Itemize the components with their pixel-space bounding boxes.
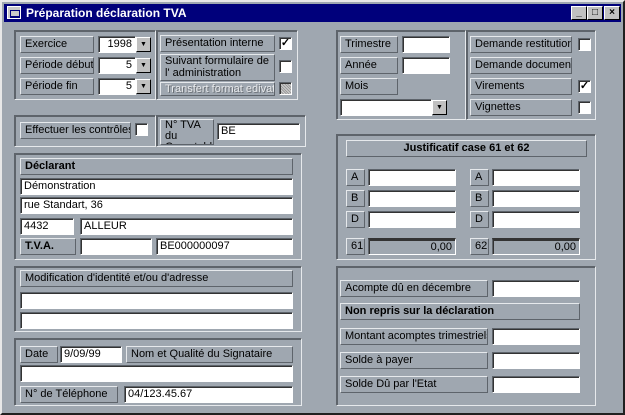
justif-left-b-label: B xyxy=(346,190,365,207)
declarant-nom-field[interactable]: Démonstration xyxy=(20,178,293,195)
date-field[interactable]: 9/09/99 xyxy=(60,346,122,363)
vignettes-label: Vignettes xyxy=(470,99,572,116)
tva-prefix-field[interactable] xyxy=(80,238,152,255)
justif-left-d-field[interactable] xyxy=(368,211,456,228)
acompte-decembre-field[interactable] xyxy=(492,280,580,297)
trimestre-label: Trimestre xyxy=(340,36,398,53)
justif-right-b-label: B xyxy=(470,190,489,207)
exercice-field[interactable]: 1998 xyxy=(98,36,136,53)
justif-left-a-field[interactable] xyxy=(368,169,456,186)
solde-a-payer-field[interactable] xyxy=(492,352,580,369)
transfert-edivat-label: Transfert format edivat xyxy=(160,82,275,96)
periode-debut-field[interactable]: 5 xyxy=(98,57,136,74)
trimestre-field[interactable] xyxy=(402,36,450,53)
window-title: Préparation déclaration TVA xyxy=(26,6,187,20)
acomptes-trimestriels-label: Montant acomptes trimestriels xyxy=(340,328,488,345)
suivant-formulaire-checkbox[interactable] xyxy=(279,60,292,73)
tva-comptable-field[interactable]: BE xyxy=(217,123,300,140)
acomptes-trimestriels-field[interactable] xyxy=(492,328,580,345)
tva-comptable-label: N° TVA du Comptable xyxy=(160,119,214,145)
case-61-label: 61 xyxy=(346,238,365,255)
minimize-button[interactable]: _ xyxy=(571,6,587,20)
effectuer-controles-checkbox[interactable] xyxy=(135,123,148,136)
modification-line2-field[interactable] xyxy=(20,312,293,329)
tva-number-field[interactable]: BE000000097 xyxy=(156,238,293,255)
modification-label: Modification d'identité et/ou d'adresse xyxy=(20,270,293,287)
annee-field[interactable] xyxy=(402,57,450,74)
justif-right-d-label: D xyxy=(470,211,489,228)
declarant-localite-field[interactable]: ALLEUR xyxy=(80,218,293,235)
periode-debut-label: Période début xyxy=(20,57,94,74)
demande-restitution-checkbox[interactable] xyxy=(578,38,591,51)
signataire-label: Nom et Qualité du Signataire xyxy=(126,346,293,363)
justif-right-a-label: A xyxy=(470,169,489,186)
justif-right-a-field[interactable] xyxy=(492,169,580,186)
exercice-label: Exercice xyxy=(20,36,94,53)
vignettes-checkbox[interactable] xyxy=(578,101,591,114)
declarant-rue-field[interactable]: rue Standart, 36 xyxy=(20,197,293,214)
signataire-field[interactable] xyxy=(20,365,293,382)
case-61-total: 0,00 xyxy=(368,238,456,255)
close-button[interactable]: × xyxy=(604,6,620,20)
justificatif-heading: Justificatif case 61 et 62 xyxy=(346,140,587,157)
periode-fin-field[interactable]: 5 xyxy=(98,78,136,95)
suivant-formulaire-label: Suivant formulaire de l' administration xyxy=(160,54,275,81)
telephone-label: N° de Téléphone xyxy=(20,386,118,403)
justif-left-d-label: D xyxy=(346,211,365,228)
periode-debut-dropdown-arrow[interactable]: ▼ xyxy=(136,58,151,73)
solde-a-payer-label: Solde à payer xyxy=(340,352,488,369)
mois-label: Mois xyxy=(340,78,398,95)
non-repris-heading: Non repris sur la déclaration xyxy=(340,303,580,320)
mois-dropdown-arrow[interactable]: ▼ xyxy=(432,100,447,115)
maximize-button[interactable]: □ xyxy=(587,6,603,20)
justif-right-d-field[interactable] xyxy=(492,211,580,228)
presentation-interne-label: Présentation interne xyxy=(160,35,275,52)
tva-label: T.V.A. xyxy=(20,238,76,255)
justif-left-a-label: A xyxy=(346,169,365,186)
virements-checkbox[interactable]: ✓ xyxy=(578,80,591,93)
solde-du-etat-field[interactable] xyxy=(492,376,580,393)
annee-label: Année xyxy=(340,57,398,74)
case-62-label: 62 xyxy=(470,238,489,255)
mois-field[interactable] xyxy=(340,99,432,116)
date-label: Date xyxy=(20,346,58,363)
presentation-interne-checkbox[interactable]: ✓ xyxy=(279,37,292,50)
demande-restitution-label: Demande restitution xyxy=(470,36,572,53)
transfert-edivat-checkbox xyxy=(279,82,292,95)
solde-du-etat-label: Solde Dû par l'Etat xyxy=(340,376,488,393)
modification-line1-field[interactable] xyxy=(20,292,293,309)
declarant-heading: Déclarant xyxy=(20,158,293,175)
exercice-dropdown-arrow[interactable]: ▼ xyxy=(136,37,151,52)
telephone-field[interactable]: 04/123.45.67 xyxy=(124,386,293,403)
virements-label: Virements xyxy=(470,78,572,95)
justif-right-b-field[interactable] xyxy=(492,190,580,207)
demande-documents-label: Demande documents xyxy=(470,57,572,74)
declarant-cp-field[interactable]: 4432 xyxy=(20,218,74,235)
acompte-decembre-label: Acompte dû en décembre xyxy=(340,280,488,297)
periode-fin-label: Période fin xyxy=(20,78,94,95)
form-icon xyxy=(7,6,21,19)
vat-declaration-window: Préparation déclaration TVA _ □ × Exerci… xyxy=(0,0,625,415)
case-62-total: 0,00 xyxy=(492,238,580,255)
periode-fin-dropdown-arrow[interactable]: ▼ xyxy=(136,79,151,94)
justif-left-b-field[interactable] xyxy=(368,190,456,207)
effectuer-controles-label: Effectuer les contrôles xyxy=(20,122,131,139)
title-bar[interactable]: Préparation déclaration TVA _ □ × xyxy=(4,4,621,22)
